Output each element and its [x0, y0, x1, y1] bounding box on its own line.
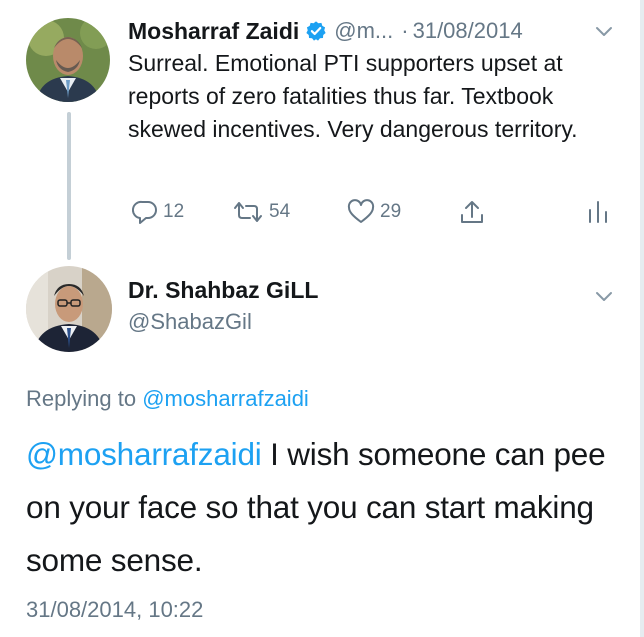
tweet1-date[interactable]: 31/08/2014: [413, 18, 523, 44]
share-button[interactable]: [458, 196, 486, 228]
replying-to-link[interactable]: @mosharrafzaidi: [142, 386, 309, 411]
replying-to-line: Replying to @mosharrafzaidi: [26, 386, 309, 412]
tweet1-action-bar: 12 54 29: [128, 196, 618, 228]
like-icon: [347, 199, 375, 225]
thread-connector-line: [67, 112, 71, 260]
like-button[interactable]: 29: [347, 196, 401, 228]
mention-link[interactable]: @mosharrafzaidi: [26, 436, 262, 472]
header-separator: ·: [401, 18, 409, 43]
analytics-button[interactable]: [586, 196, 610, 228]
chevron-down-icon[interactable]: [593, 285, 615, 307]
avatar-shahbaz-gill[interactable]: [26, 266, 112, 352]
tweet2-author-name[interactable]: Dr. Shahbaz GiLL: [128, 277, 318, 304]
share-icon: [458, 198, 486, 226]
retweet-button[interactable]: 54: [232, 196, 290, 228]
tweet1-text: Surreal. Emotional PTI supporters upset …: [128, 50, 578, 142]
verified-icon: [305, 20, 327, 42]
screen-edge-divider: [640, 0, 644, 637]
analytics-icon: [586, 198, 610, 226]
retweet-icon: [232, 199, 264, 225]
like-count: 29: [380, 201, 402, 222]
reply-icon: [132, 199, 158, 225]
tweet1-author-name[interactable]: Mosharraf Zaidi: [128, 18, 299, 45]
tweet1-header: Mosharraf Zaidi @m... · 31/08/2014: [128, 14, 628, 48]
tweet2-author-handle[interactable]: @ShabazGil: [128, 309, 252, 335]
chevron-down-icon[interactable]: [593, 20, 615, 42]
replying-to-label: Replying to: [26, 386, 137, 411]
tweet2-text: @mosharrafzaidi I wish someone can pee o…: [26, 428, 626, 587]
retweet-count: 54: [269, 201, 291, 222]
reply-count: 12: [163, 201, 185, 222]
tweet2-timestamp[interactable]: 31/08/2014, 10:22: [26, 597, 203, 623]
tweet1-author-handle[interactable]: @m...: [334, 18, 393, 44]
reply-button[interactable]: 12: [132, 196, 184, 228]
avatar-mosharraf-zaidi[interactable]: [26, 18, 110, 102]
